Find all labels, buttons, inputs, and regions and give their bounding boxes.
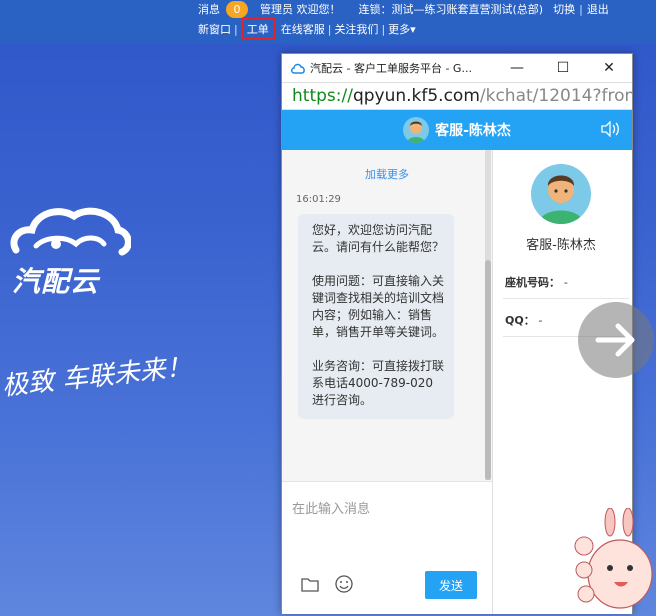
logout-link[interactable]: 退出	[587, 1, 609, 17]
url-scheme: https://	[292, 86, 353, 106]
chat-header: 客服-陈林杰	[282, 110, 632, 150]
next-arrow-icon[interactable]	[578, 302, 654, 378]
ticket-link[interactable]: 工单	[240, 18, 275, 40]
top-bar-row-1: 消息 0 管理员 欢迎您！ 连锁：测试—练习账套直营测试(总部) 切换 | 退出	[198, 0, 609, 18]
message-input-placeholder[interactable]: 在此输入消息	[292, 498, 370, 517]
new-window-link[interactable]: 新窗口	[198, 21, 231, 37]
messages-link[interactable]: 消息	[198, 1, 220, 17]
follow-us-link[interactable]: 关注我们	[334, 21, 378, 37]
agent-message-bubble: 您好，欢迎您访问汽配云。请问有什么能帮您？ 使用问题：可直接输入关键词查找相关的…	[298, 214, 454, 419]
minimize-button[interactable]: —	[494, 54, 540, 82]
agent-avatar-small	[403, 117, 430, 143]
folder-icon[interactable]	[300, 574, 320, 594]
chat-message-area[interactable]: 加载更多 16:01:29 您好，欢迎您访问汽配云。请问有什么能帮您？ 使用问题…	[282, 150, 492, 481]
qq-row: QQ： -	[505, 312, 543, 328]
load-more-link[interactable]: 加载更多	[282, 166, 492, 182]
brand-name: 汽配云	[12, 265, 100, 298]
separator: |	[579, 2, 583, 16]
message-text: 业务咨询：可直接拨打联系电话4000-789-020进行咨询。	[312, 359, 445, 407]
window-titlebar: 汽配云 - 客户工单服务平台 - G... — ☐ ✕	[282, 54, 632, 82]
cloud-icon	[291, 63, 305, 74]
brand-logo-icon	[10, 207, 131, 256]
top-bar: 消息 0 管理员 欢迎您！ 连锁：测试—练习账套直营测试(总部) 切换 | 退出…	[0, 0, 656, 44]
online-service-link[interactable]: 在线客服	[281, 21, 325, 37]
chain-label: 连锁：测试—练习账套直营测试(总部)	[358, 3, 544, 16]
speaker-icon[interactable]	[600, 121, 620, 137]
url-host: qpyun.kf5.com	[352, 86, 480, 106]
message-timestamp: 16:01:29	[296, 194, 341, 205]
divider	[503, 298, 629, 299]
emoji-icon[interactable]	[334, 574, 354, 594]
message-text: 您好，欢迎您访问汽配云。请问有什么能帮您？	[312, 223, 445, 254]
message-input-area[interactable]: 在此输入消息 发送	[282, 481, 492, 614]
top-bar-row-2: 新窗口 | 工单 在线客服 | 关注我们 | 更多▾	[198, 18, 416, 40]
seat-phone-value: -	[563, 276, 568, 289]
separator: |	[234, 22, 238, 36]
window-title: 汽配云 - 客户工单服务平台 - G...	[310, 62, 472, 75]
seat-phone-row: 座机号码： -	[505, 274, 568, 290]
qq-value: -	[538, 314, 543, 327]
separator: |	[381, 22, 386, 36]
send-button[interactable]: 发送	[425, 571, 477, 599]
agent-avatar	[531, 164, 591, 224]
agent-name: 客服-陈林杰	[526, 238, 596, 253]
address-bar[interactable]: https:// qpyun.kf5.com /kchat/12014?from…	[282, 82, 632, 110]
chat-header-title: 客服-陈林杰	[435, 123, 511, 139]
separator: |	[327, 22, 332, 36]
close-button[interactable]: ✕	[586, 54, 632, 82]
message-text: 使用问题：可直接输入关键词查找相关的培训文档内容；例如输入：销售单，销售开单等关…	[312, 274, 445, 339]
more-menu[interactable]: 更多▾	[388, 21, 416, 37]
chat-scrollbar[interactable]	[485, 150, 491, 480]
qq-label: QQ：	[505, 314, 535, 327]
seat-phone-label: 座机号码：	[505, 276, 560, 289]
user-greeting: 管理员 欢迎您！	[260, 3, 341, 16]
scrollbar-thumb[interactable]	[485, 260, 491, 480]
brand-slogan: 极致 车联未来！	[0, 352, 193, 402]
message-count-badge[interactable]: 0	[226, 0, 248, 18]
switch-link[interactable]: 切换	[553, 1, 575, 17]
mascot-icon[interactable]	[570, 508, 656, 616]
url-path: /kchat/12014?from=	[479, 86, 632, 106]
maximize-button[interactable]: ☐	[540, 54, 586, 82]
